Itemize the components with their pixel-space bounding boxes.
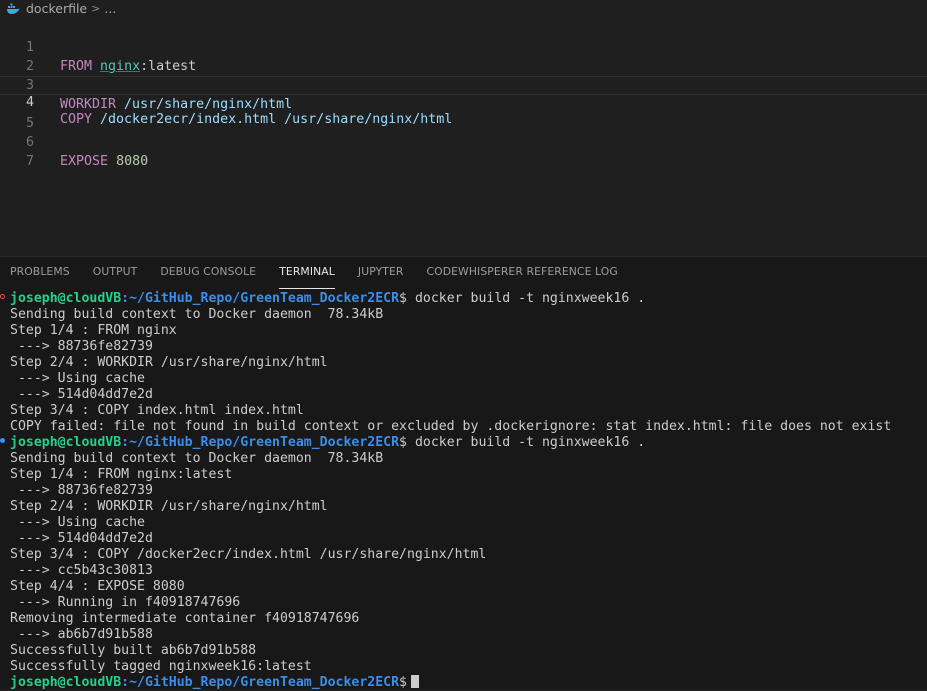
prompt: joseph@cloudVB:~/GitHub_Repo/GreenTeam_D… — [10, 675, 419, 691]
terminal-output-line: ---> Running in f40918747696 — [0, 595, 927, 611]
tab-jupyter[interactable]: JUPYTER — [358, 257, 404, 289]
output-text: ---> cc5b43c30813 — [10, 563, 153, 578]
terminal-output-line: ---> Using cache — [0, 515, 927, 531]
code-line-active[interactable]: 4 COPY /docker2ecr/index.html /usr/share… — [0, 76, 927, 127]
prompt: joseph@cloudVB:~/GitHub_Repo/GreenTeam_D… — [10, 435, 645, 451]
output-text: ---> 514d04dd7e2d — [10, 531, 153, 546]
terminal-output-line: Sending build context to Docker daemon 7… — [0, 451, 927, 467]
chevron-right-icon: > — [91, 2, 101, 15]
prompt-path: :~/GitHub_Repo/GreenTeam_Docker2ECR — [121, 291, 400, 306]
output-text: Step 1/4 : FROM nginx — [10, 323, 177, 338]
output-text: ---> Running in f40918747696 — [10, 595, 241, 610]
output-text: Successfully tagged nginxweek16:latest — [10, 659, 312, 674]
prompt-symbol: $ — [399, 435, 407, 450]
output-text: Removing intermediate container f4091874… — [10, 611, 360, 626]
output-text: ---> ab6b7d91b588 — [10, 627, 153, 642]
command-text: docker build -t nginxweek16 . — [407, 291, 646, 306]
breadcrumb-file[interactable]: dockerfile — [26, 1, 87, 16]
output-text: Sending build context to Docker daemon 7… — [10, 307, 384, 322]
code-line[interactable]: 3 WORKDIR /usr/share/nginx/html — [0, 57, 927, 112]
terminal-output-line: ---> Using cache — [0, 371, 927, 387]
terminal-output-line: Step 3/4 : COPY /docker2ecr/index.html /… — [0, 547, 927, 563]
line-number: 7 — [25, 154, 34, 169]
output-text: ---> Using cache — [10, 371, 145, 386]
command-text: docker build -t nginxweek16 . — [407, 435, 646, 450]
terminal-output-line: COPY failed: file not found in build con… — [0, 419, 927, 435]
output-text: Step 3/4 : COPY index.html index.html — [10, 403, 304, 418]
terminal-output-line: ---> ab6b7d91b588 — [0, 627, 927, 643]
prompt-symbol: $ — [399, 291, 407, 306]
breadcrumb: dockerfile > ... — [6, 0, 116, 17]
code-line[interactable]: 2 — [0, 38, 927, 74]
output-text: ---> 88736fe82739 — [10, 483, 153, 498]
terminal[interactable]: joseph@cloudVB:~/GitHub_Repo/GreenTeam_D… — [0, 291, 927, 691]
breadcrumb-rest[interactable]: ... — [104, 1, 116, 16]
prompt-user: joseph@cloudVB — [10, 435, 122, 450]
terminal-output-line: Step 2/4 : WORKDIR /usr/share/nginx/html — [0, 355, 927, 371]
tab-terminal[interactable]: TERMINAL — [279, 257, 335, 289]
terminal-output-line: Removing intermediate container f4091874… — [0, 611, 927, 627]
prompt-line[interactable]: joseph@cloudVB:~/GitHub_Repo/GreenTeam_D… — [0, 291, 927, 307]
terminal-output-line: ---> 88736fe82739 — [0, 339, 927, 355]
terminal-output-line: ---> 514d04dd7e2d — [0, 387, 927, 403]
terminal-output-line: Step 3/4 : COPY index.html index.html — [0, 403, 927, 419]
terminal-cursor — [411, 675, 419, 688]
code-line[interactable]: 5 — [0, 95, 927, 131]
prompt-user: joseph@cloudVB — [10, 291, 122, 306]
command-decoration-icon[interactable] — [0, 438, 5, 443]
terminal-output-line: Sending build context to Docker daemon 7… — [0, 307, 927, 323]
panel-tabs: PROBLEMS OUTPUT DEBUG CONSOLE TERMINAL J… — [0, 257, 631, 289]
output-text: ---> 88736fe82739 — [10, 339, 153, 354]
output-text: ---> Using cache — [10, 515, 145, 530]
bottom-panel: PROBLEMS OUTPUT DEBUG CONSOLE TERMINAL J… — [0, 256, 927, 691]
output-text: Sending build context to Docker daemon 7… — [10, 451, 384, 466]
tab-debug-console[interactable]: DEBUG CONSOLE — [160, 257, 256, 289]
code-line[interactable]: 7 — [0, 133, 927, 169]
terminal-output-line: ---> 514d04dd7e2d — [0, 531, 927, 547]
output-text: Step 1/4 : FROM nginx:latest — [10, 467, 233, 482]
code-line[interactable]: 1 FROM nginx:latest — [0, 19, 927, 74]
terminal-output-line: Step 1/4 : FROM nginx:latest — [0, 467, 927, 483]
docker-icon — [7, 3, 20, 14]
output-text: Step 2/4 : WORKDIR /usr/share/nginx/html — [10, 499, 328, 514]
prompt-path: :~/GitHub_Repo/GreenTeam_Docker2ECR — [121, 435, 400, 450]
prompt-line[interactable]: joseph@cloudVB:~/GitHub_Repo/GreenTeam_D… — [0, 675, 927, 691]
terminal-output-line: Step 1/4 : FROM nginx — [0, 323, 927, 339]
prompt-line[interactable]: joseph@cloudVB:~/GitHub_Repo/GreenTeam_D… — [0, 435, 927, 451]
terminal-output-line: ---> cc5b43c30813 — [0, 563, 927, 579]
editor: dockerfile > ... 1 FROM nginx:latest 2 3… — [0, 0, 927, 256]
terminal-output-line: Successfully built ab6b7d91b588 — [0, 643, 927, 659]
error-decoration-icon[interactable] — [0, 294, 5, 299]
code-area[interactable]: 1 FROM nginx:latest 2 3 WORKDIR /usr/sha… — [0, 19, 927, 169]
terminal-output-line: Step 2/4 : WORKDIR /usr/share/nginx/html — [0, 499, 927, 515]
output-text: Step 4/4 : EXPOSE 8080 — [10, 579, 185, 594]
output-text: Step 2/4 : WORKDIR /usr/share/nginx/html — [10, 355, 328, 370]
tab-problems[interactable]: PROBLEMS — [10, 257, 70, 289]
tab-output[interactable]: OUTPUT — [93, 257, 138, 289]
code-line[interactable]: 6 EXPOSE 8080 — [0, 114, 927, 169]
output-text: Step 3/4 : COPY /docker2ecr/index.html /… — [10, 547, 487, 562]
tab-codewhisperer-reference-log[interactable]: CODEWHISPERER REFERENCE LOG — [426, 257, 617, 289]
port-number: 8080 — [116, 154, 149, 169]
prompt: joseph@cloudVB:~/GitHub_Repo/GreenTeam_D… — [10, 291, 645, 307]
output-text: ---> 514d04dd7e2d — [10, 387, 153, 402]
terminal-output-line: ---> 88736fe82739 — [0, 483, 927, 499]
terminal-output-line: Successfully tagged nginxweek16:latest — [0, 659, 927, 675]
output-text: Successfully built ab6b7d91b588 — [10, 643, 257, 658]
output-text: COPY failed: file not found in build con… — [10, 419, 892, 434]
terminal-output-line: Step 4/4 : EXPOSE 8080 — [0, 579, 927, 595]
keyword: EXPOSE — [60, 154, 109, 169]
